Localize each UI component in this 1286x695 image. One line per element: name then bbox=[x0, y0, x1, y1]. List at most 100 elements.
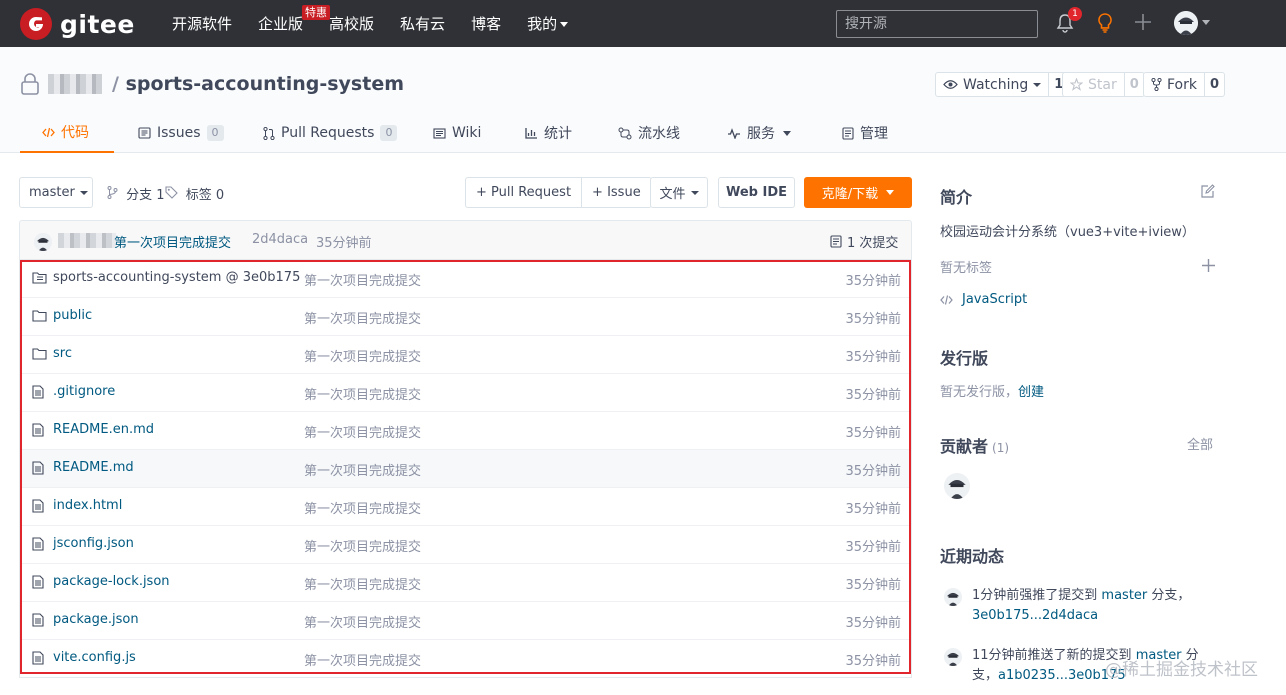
create-release-link[interactable]: 创建 bbox=[1018, 385, 1044, 400]
new-pull-request-button[interactable]: + Pull Request bbox=[466, 178, 581, 207]
file-commit-message[interactable]: 第一次项目完成提交 bbox=[304, 270, 421, 289]
file-row[interactable]: .gitignore 第一次项目完成提交 35分钟前 bbox=[20, 374, 911, 412]
repo-path-separator: / bbox=[112, 73, 126, 95]
tab-wiki-label: Wiki bbox=[452, 125, 482, 141]
tab-pull-requests[interactable]: Pull Requests 0 bbox=[263, 113, 398, 153]
file-commit-message[interactable]: 第一次项目完成提交 bbox=[304, 612, 421, 631]
intro-title: 简介 bbox=[940, 188, 973, 207]
tab-service-label: 服务 bbox=[747, 126, 775, 142]
file-commit-message[interactable]: 第一次项目完成提交 bbox=[304, 574, 421, 593]
file-commit-message[interactable]: 第一次项目完成提交 bbox=[304, 308, 421, 327]
watching-button[interactable]: Watching bbox=[935, 72, 1050, 97]
file-commit-message[interactable]: 第一次项目完成提交 bbox=[304, 536, 421, 555]
file-name[interactable]: public bbox=[53, 308, 92, 323]
file-commit-message[interactable]: 第一次项目完成提交 bbox=[304, 422, 421, 441]
file-icon bbox=[32, 385, 44, 403]
tab-wiki[interactable]: Wiki bbox=[433, 113, 481, 153]
web-ide-button[interactable]: Web IDE bbox=[718, 177, 795, 208]
file-row[interactable]: README.en.md 第一次项目完成提交 35分钟前 bbox=[20, 412, 911, 450]
file-commit-message[interactable]: 第一次项目完成提交 bbox=[304, 346, 421, 365]
commit-count-link[interactable]: 1 次提交 bbox=[830, 232, 898, 251]
file-time: 35分钟前 bbox=[845, 464, 901, 479]
file-row[interactable]: README.md 第一次项目完成提交 35分钟前 bbox=[20, 450, 911, 488]
activity-avatar[interactable] bbox=[944, 648, 962, 666]
tab-manage[interactable]: 管理 bbox=[842, 113, 888, 153]
all-contributors-link[interactable]: 全部 bbox=[1187, 434, 1213, 453]
file-commit-message[interactable]: 第一次项目完成提交 bbox=[304, 650, 421, 669]
pull-request-icon bbox=[263, 126, 275, 140]
activity-commit-range-link[interactable]: 3e0b175...2d4daca bbox=[972, 608, 1098, 623]
file-commit-message[interactable]: 第一次项目完成提交 bbox=[304, 384, 421, 403]
file-row[interactable]: index.html 第一次项目完成提交 35分钟前 bbox=[20, 488, 911, 526]
activity-avatar[interactable] bbox=[944, 588, 962, 606]
nav-mine-label: 我的 bbox=[527, 15, 558, 33]
language-link[interactable]: JavaScript bbox=[940, 292, 1027, 307]
commit-author-blurred[interactable] bbox=[58, 233, 116, 248]
repo-name-text: sports-accounting-system bbox=[125, 73, 405, 95]
star-count[interactable]: 0 bbox=[1124, 72, 1145, 97]
tab-issues[interactable]: Issues 0 bbox=[138, 113, 224, 153]
file-name[interactable]: src bbox=[53, 346, 72, 361]
file-row[interactable]: package-lock.json 第一次项目完成提交 35分钟前 bbox=[20, 564, 911, 602]
branches-link[interactable]: 分支 1 bbox=[107, 184, 165, 203]
file-row[interactable]: jsconfig.json 第一次项目完成提交 35分钟前 bbox=[20, 526, 911, 564]
commit-author-avatar[interactable] bbox=[34, 233, 52, 251]
new-issue-button[interactable]: + Issue bbox=[581, 178, 651, 207]
file-icon bbox=[32, 499, 44, 517]
star-button[interactable]: Star bbox=[1062, 72, 1125, 97]
nav-university[interactable]: 高校版 bbox=[329, 13, 374, 34]
fork-button[interactable]: Fork bbox=[1143, 72, 1205, 97]
star-icon bbox=[1070, 78, 1083, 91]
tab-code[interactable]: 代码 bbox=[20, 113, 114, 153]
file-name[interactable]: README.md bbox=[53, 460, 134, 475]
file-name[interactable]: index.html bbox=[53, 498, 122, 513]
repo-name[interactable]: / sports-accounting-system bbox=[112, 73, 404, 95]
activity-title: 近期动态 bbox=[940, 547, 1005, 566]
plus-icon[interactable] bbox=[1134, 13, 1152, 35]
gitee-logo-text: gitee bbox=[60, 9, 135, 39]
branch-select[interactable]: master bbox=[19, 177, 93, 208]
file-commit-message[interactable]: 第一次项目完成提交 bbox=[304, 460, 421, 479]
commit-hash[interactable]: 2d4daca bbox=[252, 232, 308, 247]
file-row[interactable]: src 第一次项目完成提交 35分钟前 bbox=[20, 336, 911, 374]
file-icon bbox=[32, 461, 44, 479]
file-row[interactable]: vite.config.js 第一次项目完成提交 35分钟前 bbox=[20, 640, 911, 678]
branch-icon bbox=[107, 186, 118, 199]
file-name[interactable]: package.json bbox=[53, 612, 139, 627]
file-name[interactable]: jsconfig.json bbox=[53, 536, 134, 551]
fork-count[interactable]: 0 bbox=[1204, 72, 1226, 97]
watching-label: Watching bbox=[963, 76, 1029, 93]
file-name[interactable]: package-lock.json bbox=[53, 574, 170, 589]
search-input[interactable] bbox=[836, 10, 1038, 38]
file-row[interactable]: public 第一次项目完成提交 35分钟前 bbox=[20, 298, 911, 336]
file-name[interactable]: README.en.md bbox=[53, 422, 154, 437]
tab-stats[interactable]: 统计 bbox=[525, 113, 572, 153]
file-row[interactable]: sports-accounting-system @ 3e0b175 第一次项目… bbox=[20, 260, 911, 298]
nav-mine[interactable]: 我的 bbox=[527, 13, 569, 34]
file-commit-message[interactable]: 第一次项目完成提交 bbox=[304, 498, 421, 517]
edit-icon[interactable] bbox=[1200, 184, 1215, 203]
file-row[interactable]: package.json 第一次项目完成提交 35分钟前 bbox=[20, 602, 911, 640]
file-name[interactable]: vite.config.js bbox=[53, 650, 136, 665]
nav-enterprise[interactable]: 企业版 bbox=[258, 13, 303, 34]
tab-pipeline-label: 流水线 bbox=[638, 126, 680, 142]
plus-icon[interactable] bbox=[1201, 258, 1216, 277]
file-name[interactable]: sports-accounting-system @ 3e0b175 bbox=[53, 270, 300, 285]
user-avatar[interactable] bbox=[1174, 11, 1198, 35]
commit-message-link[interactable]: 第一次项目完成提交 bbox=[114, 232, 231, 251]
nav-open-source[interactable]: 开源软件 bbox=[172, 13, 232, 34]
nav-blog[interactable]: 博客 bbox=[471, 13, 501, 34]
clone-download-button[interactable]: 克隆/下载 bbox=[804, 177, 912, 208]
gitee-logo[interactable]: gitee bbox=[20, 8, 135, 40]
activity-branch-link[interactable]: master bbox=[1101, 588, 1147, 603]
tab-service[interactable]: 服务 bbox=[727, 113, 791, 153]
file-name[interactable]: .gitignore bbox=[53, 384, 115, 399]
chevron-down-icon[interactable] bbox=[1202, 20, 1210, 25]
lightbulb-icon[interactable] bbox=[1096, 12, 1114, 38]
repo-owner-blurred[interactable] bbox=[48, 74, 102, 94]
nav-private-cloud[interactable]: 私有云 bbox=[400, 13, 445, 34]
tags-link[interactable]: 标签 0 bbox=[164, 184, 224, 203]
file-menu-button[interactable]: 文件 bbox=[650, 177, 708, 208]
contributor-avatar[interactable] bbox=[944, 473, 970, 499]
tab-pipeline[interactable]: 流水线 bbox=[618, 113, 680, 153]
